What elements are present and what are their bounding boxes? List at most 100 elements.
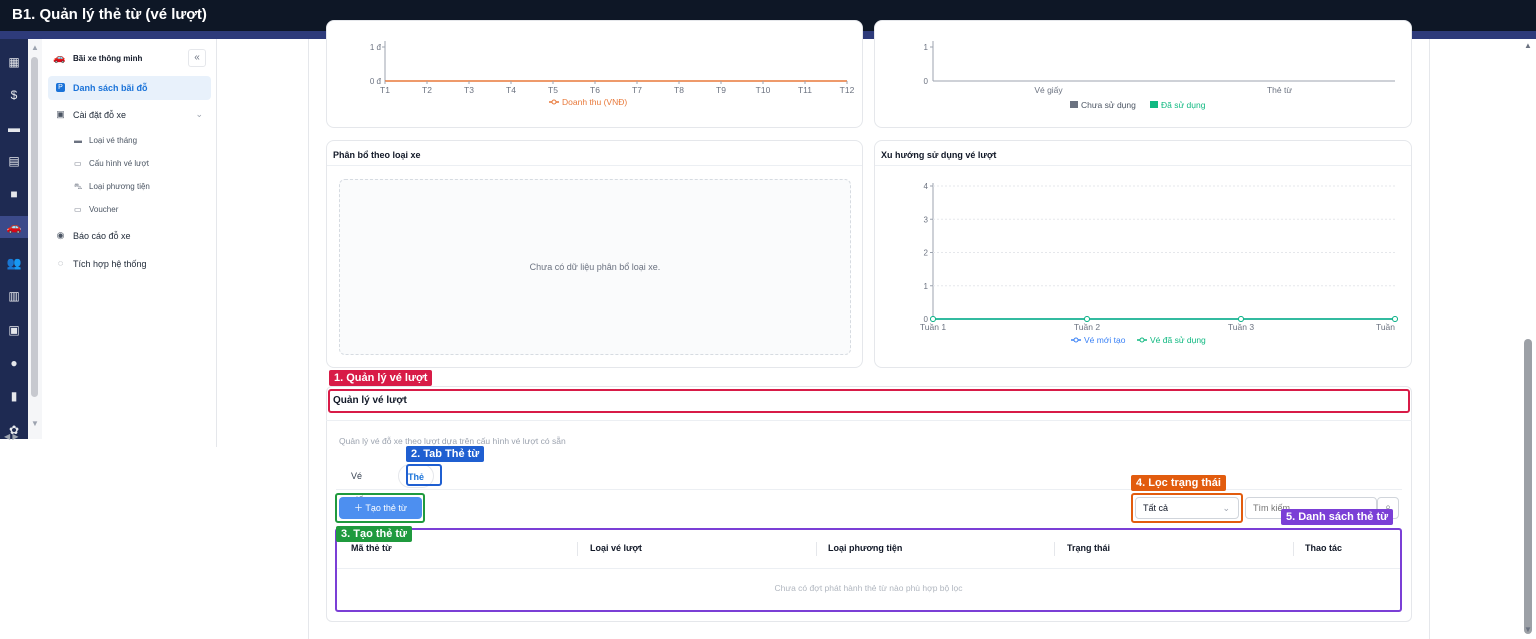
rail-scrollbar[interactable]: ▲ ▼ (28, 39, 42, 439)
scroll-down-icon[interactable]: ▼ (1524, 625, 1532, 634)
chevron-down-icon: ⌄ (195, 109, 203, 119)
column-header: Trạng thái (1067, 543, 1111, 553)
parking-icon: P (56, 83, 65, 92)
annotation-tag: 4. Lọc trạng thái (1131, 475, 1226, 491)
chat-icon[interactable]: ▬ (0, 117, 28, 139)
x-tick-label: T1 (380, 85, 390, 95)
sidebar-subitem-voucher[interactable]: ▭ Voucher (72, 201, 212, 219)
revenue-chart-panel: 1 đ0 đ T1 T2 T3 T4 T5 T6 T7 T8 T9 T10 T11 T12 Doanh t… (326, 20, 863, 128)
x-tick-label: T4 (506, 85, 516, 95)
create-card-button[interactable]: ＋ Tạo thẻ từ (339, 497, 422, 519)
car-icon: ⛍ (74, 182, 83, 191)
y-tick-label: 4 (924, 182, 929, 191)
y-tick-label: 3 (924, 215, 929, 224)
sidebar-item-label: Danh sách bãi đỗ (73, 83, 148, 93)
sidebar-subitem-vehicle-types[interactable]: ⛍ Loại phương tiện (72, 178, 212, 196)
report-icon: ◉ (56, 230, 65, 240)
legend-label: Vé đã sử dụng (1150, 335, 1206, 345)
x-tick-label: T2 (422, 85, 432, 95)
distribution-panel: Phân bổ theo loại xe Chưa có dữ liệu phâ… (326, 140, 863, 368)
scroll-down-icon[interactable]: ▼ (31, 419, 39, 428)
x-tick-label: Vé giấy (1034, 85, 1063, 95)
car-icon[interactable]: 🚗 (0, 216, 28, 238)
sidebar-header: 🚗 Bãi xe thông minh « (42, 49, 217, 69)
usage-chart-panel: 1 0 Vé giấy Thẻ từ Chưa sử dụng Đã sử dụng (874, 20, 1412, 128)
trend-chart: 01234Tuần 1 Tuần 2 Tuần 3 TuầnVé mới tạo Vé … (920, 182, 1398, 345)
annotation-tag: 3. Tạo thẻ từ (336, 526, 413, 542)
section-divider (326, 420, 1412, 421)
x-tick-label: T3 (464, 85, 474, 95)
car-icon: 🚗 (53, 53, 66, 64)
x-tick-label: T11 (798, 85, 812, 95)
user-icon[interactable]: ● (0, 352, 28, 374)
legend-marker (1070, 101, 1078, 108)
integration-icon: ◌ (57, 258, 64, 268)
y-tick-label: 1 (924, 43, 929, 52)
sidebar-subitem-ticket-config[interactable]: ▭ Cấu hình vé lượt (72, 155, 212, 173)
sidebar-subitem-label: Loại vé tháng (89, 136, 138, 145)
sidebar-subitem-label: Loại phương tiện (89, 182, 150, 191)
sidebar-item-parking-settings[interactable]: ▣ Cài đặt đỗ xe ⌄ (48, 103, 211, 127)
money-icon[interactable]: $ (0, 84, 28, 106)
ticket-icon: ▭ (74, 159, 82, 168)
briefcase-icon[interactable]: ■ (0, 183, 28, 205)
sidebar-item-parking-list[interactable]: P Danh sách bãi đỗ (48, 76, 211, 100)
section-description: Quản lý vé đỗ xe theo lượt dựa trên cấu … (339, 436, 566, 446)
chevron-down-icon: ⌄ (1222, 503, 1230, 513)
parking-icon: ▣ (56, 109, 65, 119)
table-header-divider (337, 568, 1400, 569)
annotation-tag: 2. Tab Thẻ từ (406, 446, 485, 462)
building-icon[interactable]: ▥ (0, 285, 28, 307)
tabs-divider (336, 489, 1402, 490)
x-tick-label: T9 (716, 85, 726, 95)
rail-scroll-thumb[interactable] (31, 57, 38, 397)
column-header: Loại phương tiện (828, 543, 903, 553)
page-scrollbar[interactable]: ▲ ▼ (1520, 39, 1536, 639)
annotation-tag: 1. Quản lý vé lượt (329, 370, 433, 386)
x-tick-label: Tuần 2 (1074, 322, 1100, 332)
sidebar-item-reports[interactable]: ◉ Báo cáo đỗ xe (48, 224, 211, 248)
scroll-horizontal-arrows[interactable]: ◀ ▶ (4, 432, 19, 441)
tab-highlight-box (406, 464, 442, 486)
sidebar: 🚗 Bãi xe thông minh « P Danh sách bãi đỗ… (42, 39, 217, 447)
y-tick-label: 1 (924, 282, 929, 291)
scroll-up-icon[interactable]: ▲ (31, 43, 39, 52)
collapse-sidebar-button[interactable]: « (188, 49, 206, 67)
tab-paper-ticket[interactable]: Vé giấy (342, 464, 377, 505)
x-tick-label: Thẻ từ (1267, 85, 1292, 95)
status-filter-select[interactable]: Tất cả ⌄ (1135, 497, 1239, 519)
column-separator (577, 542, 578, 556)
wallet-icon: ▬ (74, 136, 82, 145)
legend-marker-dot (1139, 337, 1145, 343)
trend-point (1238, 316, 1244, 322)
x-tick-label: T12 (840, 85, 855, 95)
document-icon[interactable]: ▤ (0, 150, 28, 172)
empty-state-text: Chưa có dữ liệu phân bổ loại xe. (529, 262, 661, 272)
store-icon[interactable]: ▣ (0, 319, 28, 341)
x-tick-label: T5 (548, 85, 558, 95)
section-title-box (328, 389, 1410, 413)
page-scroll-thumb[interactable] (1524, 339, 1532, 634)
column-separator (816, 542, 817, 556)
y-tick-label: 2 (924, 249, 929, 258)
panel-title: Phân bổ theo loại xe (333, 150, 421, 160)
users-icon[interactable]: 👥 (0, 252, 28, 274)
legend-marker-dot (1073, 337, 1079, 343)
table-empty-state: Chưa có đợt phát hành thẻ từ nào phù hợp… (774, 583, 963, 593)
chart-icon[interactable]: ▮ (0, 385, 28, 407)
legend-marker (1150, 101, 1158, 108)
annotation-tag: 5. Danh sách thẻ từ (1281, 509, 1394, 525)
x-tick-label: T7 (632, 85, 642, 95)
legend-label: Doanh thu (VNĐ) (562, 97, 627, 107)
scroll-up-icon[interactable]: ▲ (1524, 41, 1532, 50)
section-title: Quản lý vé lượt (333, 395, 407, 406)
sidebar-item-integration[interactable]: ◌ Tích hợp hệ thống (48, 252, 211, 276)
legend-label: Đã sử dụng (1161, 100, 1206, 110)
column-header: Mã thẻ từ (351, 543, 392, 553)
sidebar-subitem-label: Voucher (89, 205, 119, 214)
sidebar-item-label: Cài đặt đỗ xe (73, 110, 127, 120)
sidebar-item-label: Tích hợp hệ thống (73, 259, 147, 269)
status-filter-value: Tất cả (1143, 503, 1169, 513)
sidebar-subitem-monthly[interactable]: ▬ Loại vé tháng (72, 132, 212, 150)
parking-icon[interactable]: ▦ (0, 51, 28, 73)
